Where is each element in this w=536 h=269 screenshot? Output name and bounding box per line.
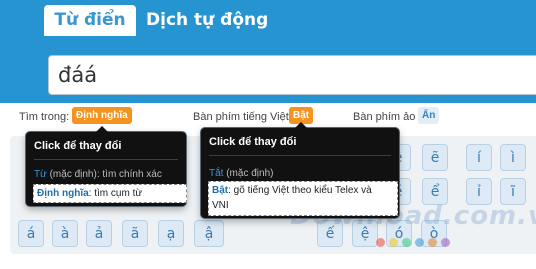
search-box[interactable]: đáá: [48, 55, 536, 95]
tooltip-option-desc: (mặc định): [223, 168, 274, 179]
key[interactable]: á: [18, 220, 44, 247]
vn-keyboard-label: Bàn phím tiếng Việt: [193, 111, 289, 123]
tooltip-title: Click để thay đổi: [209, 136, 297, 148]
tab-dictionary[interactable]: Từ điển: [44, 5, 136, 36]
tooltip-title: Click để thay đổi: [34, 140, 122, 152]
search-in-toggle[interactable]: Định nghĩa: [72, 107, 132, 124]
dot-icon: [415, 238, 424, 247]
tooltip-option-desc: (mặc định): tìm chính xác: [46, 169, 162, 180]
search-mode-tooltip: Click để thay đổi Từ (mặc định): tìm chí…: [26, 126, 187, 206]
key[interactable]: ẽ: [422, 144, 448, 171]
dot-icon: [376, 238, 385, 247]
tooltip-option-definition[interactable]: Định nghĩa: tìm cụm từ: [33, 184, 187, 203]
tooltip-option-desc: : gõ tiếng Việt theo kiểu Telex và: [228, 185, 372, 196]
tooltip-option-on[interactable]: Bật: gõ tiếng Việt theo kiểu Telex và VN…: [208, 181, 398, 216]
header-bar: Từ điển Dịch tự động đáá: [0, 0, 536, 103]
key[interactable]: ã: [122, 220, 148, 247]
tooltip-option-key: Bật: [212, 185, 229, 196]
tooltip-option-key: Định nghĩa: [37, 188, 89, 199]
search-in-label: Tìm trong:: [19, 111, 70, 123]
tooltip-divider: [209, 155, 391, 156]
search-input[interactable]: đáá: [58, 56, 536, 94]
tooltip-arrow: [96, 126, 108, 132]
dot-icon: [441, 238, 450, 247]
key[interactable]: à: [52, 220, 78, 247]
dot-icon: [389, 238, 398, 247]
tab-auto-translate[interactable]: Dịch tự động: [146, 5, 268, 36]
dot-icon: [428, 238, 437, 247]
tooltip-divider: [34, 159, 178, 160]
key[interactable]: ả: [86, 220, 112, 247]
virtual-keyboard-toggle[interactable]: Ẩn: [418, 107, 440, 124]
tooltip-option-key: Tắt: [209, 168, 224, 179]
options-bar: Tìm trong: Định nghĩa Bàn phím tiếng Việ…: [0, 103, 536, 131]
key[interactable]: í: [466, 144, 492, 171]
tooltip-option-desc-cont: VNI: [212, 200, 229, 211]
key[interactable]: ạ: [158, 220, 184, 247]
watermark-dots: [376, 234, 454, 252]
virtual-keyboard-label: Bàn phím ảo: [353, 111, 416, 123]
tooltip-option-off[interactable]: Tắt (mặc định): [209, 168, 273, 179]
tooltip-option-word[interactable]: Từ (mặc định): tìm chính xác: [34, 169, 162, 180]
tooltip-option-desc: : tìm cụm từ: [88, 188, 143, 199]
tooltip-arrow: [295, 122, 307, 128]
key[interactable]: ậ: [194, 220, 224, 247]
vn-keyboard-tooltip: Click để thay đổi Tắt (mặc định) Bật: gõ…: [201, 122, 399, 218]
dot-icon: [402, 238, 411, 247]
tooltip-option-key: Từ: [34, 169, 47, 180]
key[interactable]: ì: [500, 144, 526, 171]
